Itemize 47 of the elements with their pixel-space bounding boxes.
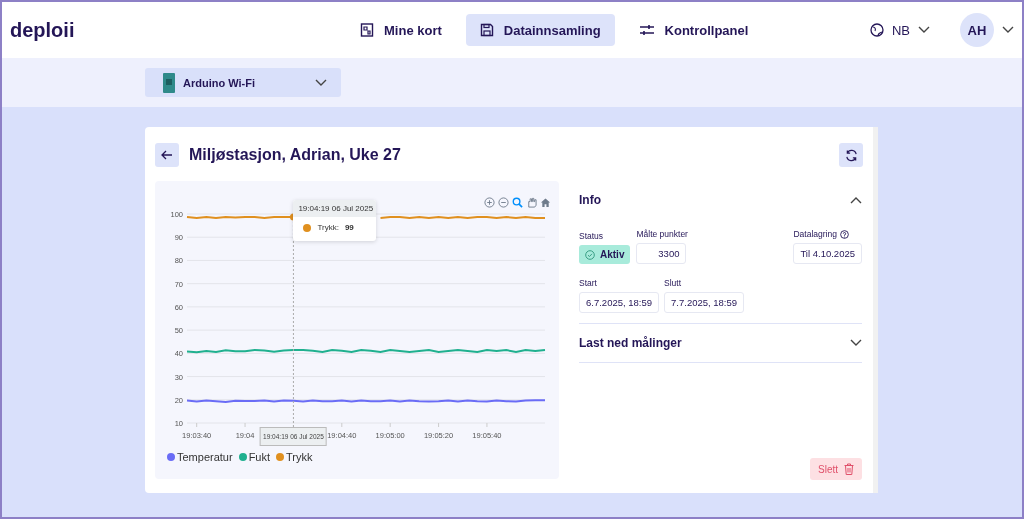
field-label: Målte punkter	[636, 229, 688, 239]
legend-item[interactable]: Fukt	[238, 451, 271, 463]
nav-tab[interactable]: Mine kort	[346, 14, 456, 46]
legend-item[interactable]: Trykk	[276, 451, 313, 463]
zoom-out-icon[interactable]	[498, 197, 509, 208]
user-avatar[interactable]: AH	[960, 13, 994, 47]
logo[interactable]: deploii	[10, 18, 346, 42]
section-header[interactable]: Info	[579, 193, 862, 207]
device-dropdown[interactable]: Arduino Wi-Fi	[145, 68, 341, 97]
tooltip-title: 19:04:19 06 Jul 2025	[293, 200, 377, 217]
refresh-icon	[844, 148, 858, 162]
home-icon[interactable]	[540, 197, 551, 208]
storage-value: Til 4.10.2025	[793, 243, 862, 264]
zoom-in-icon[interactable]	[484, 197, 495, 208]
sliders-icon	[638, 24, 655, 36]
field-label: Status	[579, 231, 605, 241]
chevron-down-icon	[850, 339, 862, 347]
page-title: Miljøstasjon, Adrian, Uke 27	[189, 146, 401, 164]
nav-tab[interactable]: Datainnsamling	[465, 14, 615, 46]
chevron-down-icon	[1002, 26, 1014, 34]
refresh-button[interactable]	[839, 143, 863, 167]
arrow-left-icon	[161, 150, 173, 160]
field-label: Slutt	[664, 278, 683, 288]
circuit-board-icon	[163, 72, 175, 93]
back-button[interactable]	[155, 143, 179, 167]
field-label: Start	[579, 278, 598, 288]
globe-icon	[869, 23, 884, 37]
date-value: 7.7.2025, 18:59	[664, 292, 745, 313]
status-badge: Aktiv	[579, 245, 631, 264]
trash-icon	[844, 463, 854, 475]
chevron-down-icon	[315, 78, 327, 87]
chevron-up-icon	[850, 196, 862, 204]
chevron-down-icon	[918, 26, 930, 34]
tooltip-series: Trykk:	[317, 223, 339, 232]
nav-tab[interactable]: Kontrollpanel	[624, 14, 763, 46]
help-icon[interactable]	[839, 229, 849, 239]
language-selector[interactable]: NB	[863, 21, 936, 39]
legend-item[interactable]: Temperatur	[167, 451, 233, 463]
date-value: 6.7.2025, 18:59	[579, 292, 660, 313]
points-value: 3300	[636, 243, 687, 264]
magnifier-icon[interactable]	[512, 197, 523, 208]
check-circle-icon	[585, 249, 595, 260]
field-label: Datalagring	[793, 229, 862, 239]
card-icon	[360, 23, 374, 37]
section-header[interactable]: Last ned målinger	[579, 336, 862, 350]
hand-icon[interactable]	[526, 197, 537, 208]
tooltip-value: 99	[344, 223, 354, 232]
